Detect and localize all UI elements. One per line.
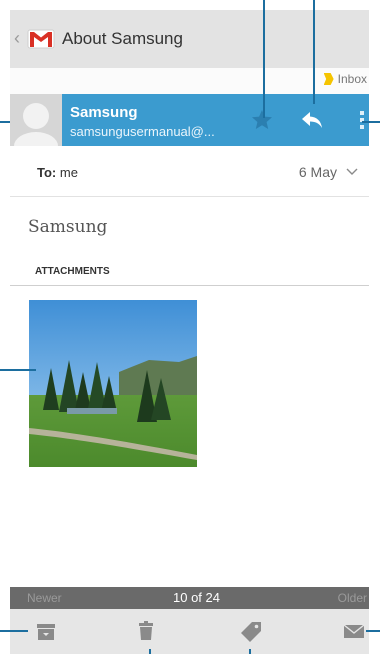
callout-line <box>0 369 36 371</box>
chevron-left-icon[interactable]: ‹ <box>14 28 20 49</box>
contact-silhouette-icon <box>10 94 62 146</box>
callout-line <box>362 121 380 123</box>
sender-email: samsungusermanual@... <box>70 124 215 139</box>
callout-line <box>149 649 151 654</box>
body-text: Samsung <box>28 217 108 237</box>
callout-line <box>0 630 28 632</box>
message-body: Samsung ATTACHMENTS <box>10 197 369 587</box>
recipient-details: To: me <box>37 165 78 180</box>
page-title: About Samsung <box>62 29 183 48</box>
star-icon[interactable] <box>250 108 274 132</box>
bottom-toolbar <box>10 609 369 654</box>
label-icon[interactable] <box>240 621 262 643</box>
sender-name: Samsung <box>70 104 138 121</box>
pager: Newer 10 of 24 Older <box>10 587 369 609</box>
callout-line <box>313 0 315 104</box>
inbox-label[interactable]: Inbox <box>323 72 367 86</box>
message-date: 6 May <box>298 164 337 180</box>
callout-line <box>366 630 380 632</box>
label-flag-icon <box>323 73 334 85</box>
newer-button[interactable]: Newer <box>27 591 62 605</box>
attachment-thumbnail[interactable] <box>29 300 197 467</box>
avatar[interactable] <box>10 94 62 146</box>
overflow-menu-icon[interactable] <box>358 108 366 132</box>
to-value: me <box>59 165 78 180</box>
callout-line <box>249 649 251 654</box>
divider <box>10 285 369 286</box>
reply-icon[interactable] <box>300 109 324 131</box>
older-button[interactable]: Older <box>338 591 367 605</box>
delete-icon[interactable] <box>138 621 154 641</box>
to-label: To: <box>37 165 57 180</box>
sender-header: Samsung samsungusermanual@... <box>10 94 369 146</box>
mark-unread-icon[interactable] <box>343 624 365 639</box>
message-position: 10 of 24 <box>173 590 220 605</box>
callout-line <box>0 121 10 123</box>
archive-icon[interactable] <box>36 623 56 641</box>
attachments-heading: ATTACHMENTS <box>35 266 110 277</box>
gmail-icon[interactable] <box>27 28 55 50</box>
email-screen: ‹ About Samsung Inbox Samsung samsunguse… <box>10 10 369 654</box>
recipient-row[interactable]: To: me 6 May <box>10 146 369 197</box>
label-row: Inbox <box>10 68 369 94</box>
action-bar: ‹ About Samsung <box>10 10 369 69</box>
inbox-label-text: Inbox <box>337 72 367 86</box>
chevron-down-icon[interactable] <box>346 168 358 176</box>
callout-line <box>263 0 265 118</box>
